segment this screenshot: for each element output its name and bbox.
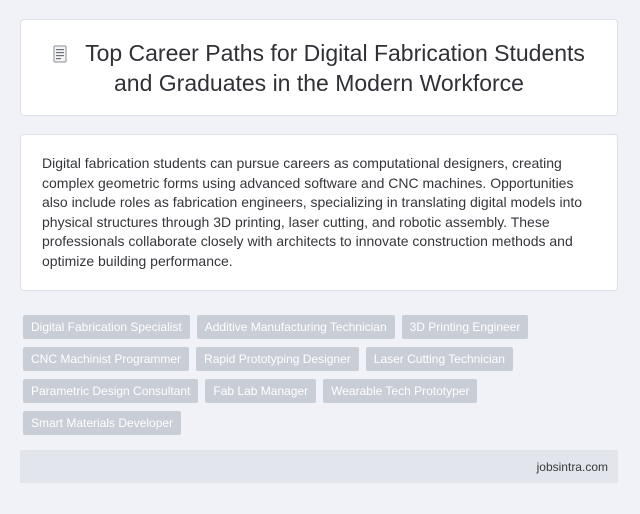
- summary-card: Digital fabrication students can pursue …: [20, 134, 618, 291]
- tag-additive-manufacturing-technician[interactable]: Additive Manufacturing Technician: [196, 315, 395, 339]
- page-title-text: Top Career Paths for Digital Fabrication…: [85, 39, 585, 96]
- footer: jobsintra.com: [20, 450, 618, 483]
- page-title: Top Career Paths for Digital Fabrication…: [21, 38, 617, 98]
- tag-rapid-prototyping-designer[interactable]: Rapid Prototyping Designer: [196, 347, 359, 371]
- page: Top Career Paths for Digital Fabrication…: [0, 0, 640, 514]
- title-card: Top Career Paths for Digital Fabrication…: [20, 19, 618, 116]
- summary-text: Digital fabrication students can pursue …: [42, 155, 583, 269]
- tag-3d-printing-engineer[interactable]: 3D Printing Engineer: [401, 315, 529, 339]
- tag-laser-cutting-technician[interactable]: Laser Cutting Technician: [365, 347, 513, 371]
- tag-smart-materials-developer[interactable]: Smart Materials Developer: [23, 411, 182, 435]
- document-icon: [53, 40, 67, 62]
- tag-digital-fabrication-specialist[interactable]: Digital Fabrication Specialist: [23, 315, 190, 339]
- tag-list: Digital Fabrication Specialist Additive …: [23, 315, 613, 435]
- footer-site-link[interactable]: jobsintra.com: [537, 460, 608, 474]
- tag-wearable-tech-prototyper[interactable]: Wearable Tech Prototyper: [323, 379, 478, 403]
- tag-parametric-design-consultant[interactable]: Parametric Design Consultant: [23, 379, 199, 403]
- tag-cnc-machinist-programmer[interactable]: CNC Machinist Programmer: [23, 347, 190, 371]
- tag-fab-lab-manager[interactable]: Fab Lab Manager: [205, 379, 317, 403]
